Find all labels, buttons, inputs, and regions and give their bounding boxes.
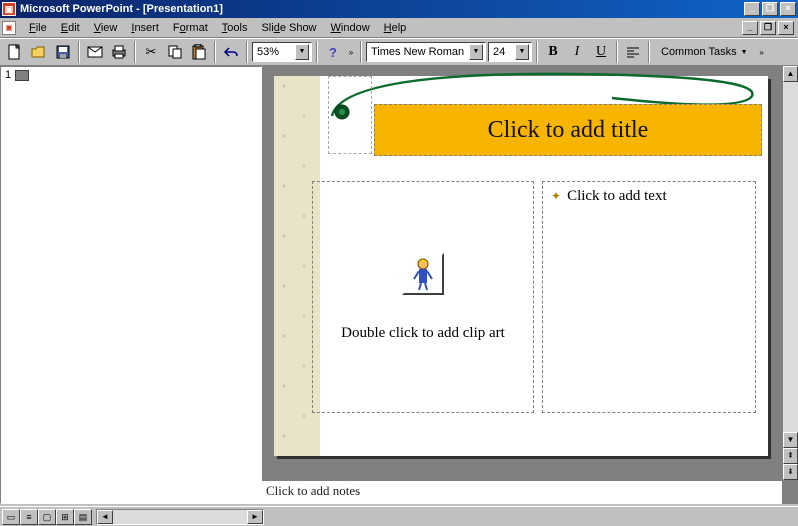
menu-slideshow[interactable]: Slide Show [254, 20, 323, 36]
menu-bar: ▣ File Edit View Insert Format Tools Sli… [0, 18, 798, 38]
chevron-down-icon: ▼ [295, 44, 309, 60]
status-bar: ▭ ≡ ▢ ⊞ ▤ ◄ ► [0, 506, 798, 526]
copy-icon [168, 45, 182, 59]
standard-toolbar: ✂ 53% ▼ ? » Times New Roman ▼ 24 ▼ B I U [0, 38, 798, 66]
prev-slide-button[interactable]: ⇞ [783, 448, 798, 464]
text-placeholder-text: Click to add text [567, 188, 667, 204]
bold-button[interactable]: B [542, 41, 564, 63]
title-bar: ▣ Microsoft PowerPoint - [Presentation1]… [0, 0, 798, 18]
menu-view[interactable]: View [87, 20, 125, 36]
chevron-down-icon: ▼ [741, 49, 748, 56]
copy-button[interactable] [164, 41, 186, 63]
minimize-button[interactable]: _ [744, 2, 760, 16]
document-icon[interactable]: ▣ [2, 21, 16, 35]
scroll-track[interactable] [783, 82, 798, 432]
vertical-scrollbar[interactable]: ▲ ▼ ⇞ ⇟ [782, 66, 798, 480]
email-button[interactable] [84, 41, 106, 63]
save-button[interactable] [52, 41, 74, 63]
email-icon [87, 46, 103, 58]
close-button[interactable]: × [780, 2, 796, 16]
chevron-down-icon: ▼ [515, 44, 529, 60]
notes-pane[interactable]: Click to add notes [262, 480, 782, 504]
zoom-value: 53% [257, 46, 279, 58]
undo-icon [223, 46, 239, 58]
slide-canvas[interactable]: Click to add title Double click to add c… [274, 76, 768, 456]
scroll-left-button[interactable]: ◄ [97, 510, 113, 524]
font-combo[interactable]: Times New Roman ▼ [366, 42, 486, 62]
new-icon [8, 44, 22, 60]
normal-view-button[interactable]: ▭ [2, 509, 20, 525]
maximize-button[interactable]: ❐ [762, 2, 778, 16]
font-size-value: 24 [493, 46, 505, 58]
underline-button[interactable]: U [590, 41, 612, 63]
help-icon: ? [329, 45, 337, 60]
slide-view-button[interactable]: ▢ [38, 509, 56, 525]
save-icon [56, 45, 70, 59]
window-controls: _ ❐ × [744, 2, 796, 16]
cut-button[interactable]: ✂ [140, 41, 162, 63]
font-size-combo[interactable]: 24 ▼ [488, 42, 532, 62]
chevron-down-icon: ▼ [469, 44, 483, 60]
menu-tools[interactable]: Tools [215, 20, 255, 36]
menu-edit[interactable]: Edit [54, 20, 87, 36]
sorter-view-button[interactable]: ⊞ [56, 509, 74, 525]
title-placeholder-text: Click to add title [488, 117, 649, 144]
cut-icon: ✂ [146, 44, 157, 60]
menu-file[interactable]: File [22, 20, 54, 36]
view-buttons: ▭ ≡ ▢ ⊞ ▤ [0, 509, 94, 525]
chevron-right-icon: » [349, 48, 353, 57]
toolbar-more-button[interactable]: » [346, 41, 356, 63]
menu-insert[interactable]: Insert [124, 20, 166, 36]
bullet-icon: ✦ [551, 189, 561, 203]
undo-button[interactable] [220, 41, 242, 63]
help-button[interactable]: ? [322, 41, 344, 63]
scroll-up-button[interactable]: ▲ [783, 66, 798, 82]
menu-help[interactable]: Help [377, 20, 414, 36]
font-value: Times New Roman [371, 46, 464, 58]
print-button[interactable] [108, 41, 130, 63]
common-tasks-button[interactable]: Common Tasks ▼ [654, 41, 755, 63]
outline-view-button[interactable]: ≡ [20, 509, 38, 525]
app-icon: ▣ [2, 2, 16, 16]
open-icon [31, 45, 47, 59]
format-toolbar-more-button[interactable]: » [757, 41, 767, 63]
workspace: 1 Click to add title [0, 66, 798, 504]
italic-button[interactable]: I [566, 41, 588, 63]
outline-pane[interactable]: 1 [0, 66, 262, 504]
paste-icon [192, 44, 206, 60]
window-title: Microsoft PowerPoint - [Presentation1] [20, 3, 744, 15]
scroll-right-button[interactable]: ► [247, 510, 263, 524]
doc-restore-button[interactable]: ❐ [760, 21, 776, 35]
clipart-placeholder[interactable]: Double click to add clip art [312, 181, 534, 413]
align-left-button[interactable] [622, 41, 644, 63]
common-tasks-label: Common Tasks [661, 46, 737, 58]
clipart-placeholder-text: Double click to add clip art [341, 325, 505, 342]
doc-minimize-button[interactable]: _ [742, 21, 758, 35]
horizontal-scrollbar[interactable]: ◄ ► [96, 509, 264, 525]
slide-thumb-icon [15, 70, 29, 81]
slide-pane: Click to add title Double click to add c… [262, 66, 798, 504]
next-slide-button[interactable]: ⇟ [783, 464, 798, 480]
menu-window[interactable]: Window [324, 20, 377, 36]
paste-button[interactable] [188, 41, 210, 63]
print-icon [111, 45, 127, 59]
text-placeholder[interactable]: ✦ Click to add text [542, 181, 756, 413]
slide-canvas-area[interactable]: Click to add title Double click to add c… [262, 66, 798, 480]
doc-close-button[interactable]: × [778, 21, 794, 35]
zoom-combo[interactable]: 53% ▼ [252, 42, 312, 62]
notes-placeholder-text: Click to add notes [266, 483, 360, 498]
scroll-down-button[interactable]: ▼ [783, 432, 798, 448]
slideshow-view-button[interactable]: ▤ [74, 509, 92, 525]
align-left-icon [626, 46, 640, 58]
outline-slide-number: 1 [5, 69, 11, 81]
chevron-right-icon: » [759, 48, 763, 57]
ruler-guide [328, 76, 372, 154]
open-button[interactable] [28, 41, 50, 63]
outline-slide-entry[interactable]: 1 [1, 67, 261, 83]
title-placeholder[interactable]: Click to add title [374, 104, 762, 156]
menu-format[interactable]: Format [166, 20, 215, 36]
new-button[interactable] [4, 41, 26, 63]
clipart-icon [402, 253, 444, 295]
